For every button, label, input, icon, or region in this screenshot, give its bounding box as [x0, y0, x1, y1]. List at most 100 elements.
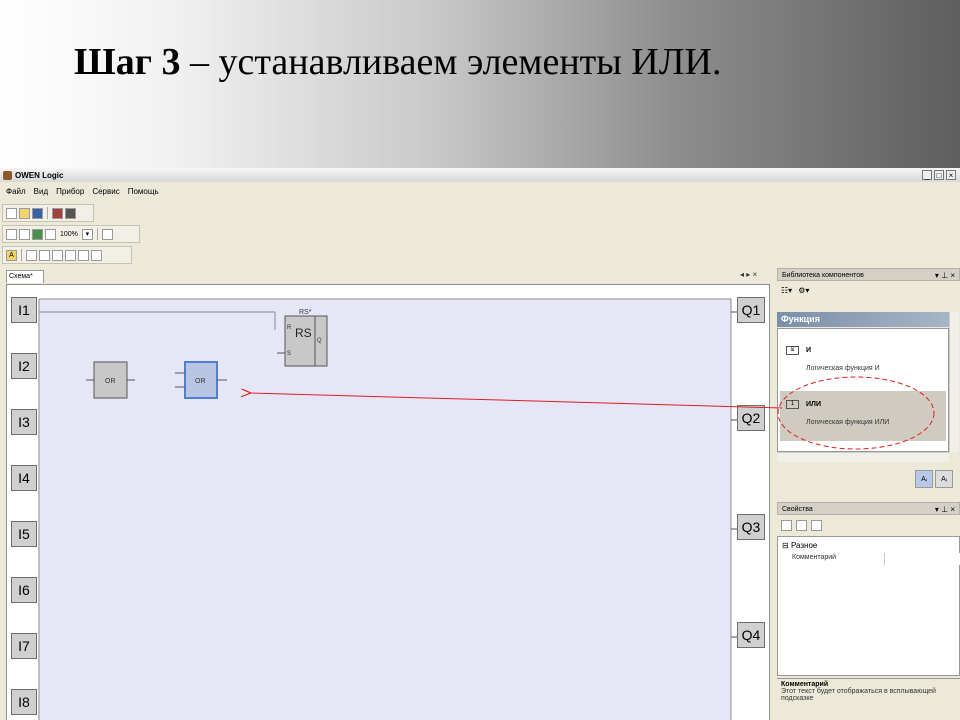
tab-library[interactable]: Аᵢ — [915, 470, 933, 488]
and-icon: & — [786, 346, 799, 355]
input-i6[interactable]: I6 — [11, 577, 37, 603]
schema-canvas[interactable]: OR OR RS* RS R S Q I1 I2 I3 I4 I5 I6 I7 … — [6, 284, 770, 720]
library-tabs: Аᵢ Aᵢ — [915, 470, 953, 488]
library-toolbar: ☷▾ ⚙▾ — [781, 286, 809, 295]
menu-file[interactable]: Файл — [6, 187, 26, 196]
menu-device[interactable]: Прибор — [56, 187, 84, 196]
app-icon — [3, 170, 12, 180]
rs-block-label: RS — [295, 326, 312, 340]
categorized-icon[interactable] — [781, 520, 792, 531]
property-row[interactable]: Комментарий — [778, 553, 960, 565]
toolbar-separator — [47, 207, 48, 219]
library-item-desc: Логическая функция И — [806, 365, 880, 372]
tab-variables[interactable]: Aᵢ — [935, 470, 953, 488]
properties-toolbar — [781, 520, 822, 531]
properties-panel-header: Свойства ▾ ⊥ × — [777, 502, 960, 515]
zoom-icon[interactable] — [45, 228, 56, 240]
toolbar-separator — [21, 249, 22, 261]
maximize-button[interactable]: □ — [934, 170, 944, 180]
input-i4[interactable]: I4 — [11, 465, 37, 491]
output-q3[interactable]: Q3 — [737, 514, 765, 540]
zoom-dropdown-icon[interactable]: ▾ — [81, 228, 93, 240]
or-icon: 1 — [786, 400, 799, 409]
library-item-or[interactable]: 1 ИЛИ Логическая функция ИЛИ — [780, 391, 946, 441]
comment-description-box: Комментарий Этот текст будет отображатьс… — [777, 678, 960, 720]
output-q1[interactable]: Q1 — [737, 297, 765, 323]
bus-icon[interactable] — [91, 249, 102, 261]
alphabetical-icon[interactable] — [796, 520, 807, 531]
schema-drawing: OR OR RS* RS R S Q — [38, 298, 737, 720]
toolbar-file — [2, 204, 94, 222]
menu-bar: Файл Вид Прибор Сервис Помощь — [0, 184, 159, 198]
upload-icon[interactable] — [65, 207, 76, 219]
group-label: Разное — [790, 541, 818, 550]
comment-text: Этот текст будет отображаться в всплываю… — [781, 688, 936, 702]
property-key: Комментарий — [792, 554, 837, 561]
menu-service[interactable]: Сервис — [92, 187, 119, 196]
select-icon[interactable]: A — [6, 249, 17, 261]
open-folder-icon[interactable] — [19, 207, 30, 219]
comment-title: Комментарий — [781, 681, 829, 688]
input-i1[interactable]: I1 — [11, 297, 37, 323]
preview-icon[interactable] — [32, 228, 43, 240]
wire-icon[interactable] — [26, 249, 37, 261]
panel-controls[interactable]: ▾ ⊥ × — [935, 503, 955, 516]
minimize-button[interactable]: _ — [922, 170, 932, 180]
property-pages-icon[interactable] — [811, 520, 822, 531]
device-icon[interactable] — [52, 207, 63, 219]
properties-group[interactable]: ⊟ Разное — [782, 541, 817, 550]
toolbar-tools: A — [2, 246, 132, 264]
grid-icon[interactable] — [6, 228, 17, 240]
library-horizontal-scrollbar[interactable] — [777, 452, 949, 462]
output-q2[interactable]: Q2 — [737, 405, 765, 431]
toolbar-view: 100% ▾ — [2, 225, 140, 243]
library-item-and[interactable]: & И Логическая функция И — [780, 337, 946, 387]
library-panel-header: Библиотека компонентов ▾ ⊥ × — [777, 268, 960, 281]
filter-icon[interactable]: ⚙▾ — [798, 286, 809, 295]
input-icon[interactable] — [39, 249, 50, 261]
merge-icon[interactable] — [78, 249, 89, 261]
input-i2[interactable]: I2 — [11, 353, 37, 379]
library-section-function[interactable]: Функция — [777, 312, 949, 327]
tab-schema[interactable]: Схема* — [6, 270, 44, 283]
input-i3[interactable]: I3 — [11, 409, 37, 435]
output-icon[interactable] — [52, 249, 63, 261]
save-icon[interactable] — [32, 207, 43, 219]
close-button[interactable]: × — [946, 170, 956, 180]
rs-pin-r: R — [287, 325, 292, 331]
library-list: & И Логическая функция И 1 ИЛИ Логическа… — [777, 328, 949, 452]
slide-header: Шаг 3 – устанавливаем элементы ИЛИ. — [0, 0, 960, 168]
fit-icon[interactable] — [101, 228, 113, 240]
sort-icon[interactable]: ☷▾ — [781, 286, 792, 295]
title-bar: OWEN Logic _ □ × — [0, 168, 960, 182]
property-value-input[interactable] — [884, 553, 960, 565]
print-icon[interactable] — [19, 228, 30, 240]
window-title: OWEN Logic — [15, 170, 64, 180]
output-q4[interactable]: Q4 — [737, 622, 765, 648]
zoom-level[interactable]: 100% — [58, 231, 80, 238]
menu-view[interactable]: Вид — [34, 187, 48, 196]
library-vertical-scrollbar[interactable] — [949, 312, 959, 452]
right-panels: Библиотека компонентов ▾ ⊥ × ☷▾ ⚙▾ Функц… — [777, 268, 960, 720]
library-title: Библиотека компонентов — [782, 272, 864, 279]
split-icon[interactable] — [65, 249, 76, 261]
input-i7[interactable]: I7 — [11, 633, 37, 659]
library-item-desc: Логическая функция ИЛИ — [806, 419, 890, 426]
tab-controls[interactable]: ◂ ▸ × — [740, 270, 757, 279]
new-file-icon[interactable] — [6, 207, 17, 219]
toolbar-separator — [96, 228, 98, 240]
rs-pin-q: Q — [317, 338, 322, 344]
input-i8[interactable]: I8 — [11, 689, 37, 715]
input-i5[interactable]: I5 — [11, 521, 37, 547]
rs-block-top-label: RS* — [299, 309, 312, 316]
menu-help[interactable]: Помощь — [128, 187, 159, 196]
or-block-2-label: OR — [195, 378, 206, 385]
rs-pin-s: S — [287, 351, 291, 357]
window-controls: _ □ × — [922, 170, 956, 180]
library-item-name: ИЛИ — [806, 401, 821, 408]
app-window: OWEN Logic _ □ × Файл Вид Прибор Сервис … — [0, 168, 960, 720]
properties-grid: ⊟ Разное Комментарий — [777, 536, 960, 676]
panel-controls[interactable]: ▾ ⊥ × — [935, 269, 955, 282]
library-item-name: И — [806, 347, 812, 354]
or-block-1-label: OR — [105, 378, 116, 385]
